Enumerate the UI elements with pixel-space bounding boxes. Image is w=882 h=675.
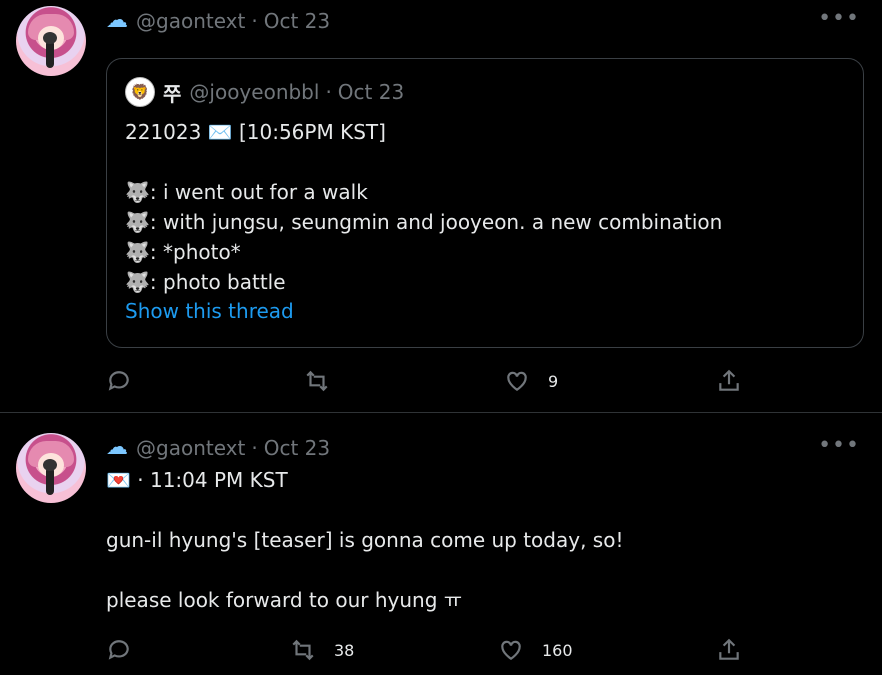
quote-header: 🦁 쭈 @jooyeonbbl · Oct 23: [125, 77, 404, 107]
retweet-button[interactable]: [304, 368, 348, 394]
reply-button[interactable]: [106, 368, 150, 394]
heart-icon: [501, 640, 521, 660]
handle[interactable]: @gaontext: [136, 9, 245, 33]
tweet-text: 💌 · 11:04 PM KST gun-il hyung's [teaser]…: [106, 468, 624, 612]
cloud-icon: ☁: [106, 435, 128, 460]
like-button[interactable]: 160: [498, 637, 573, 663]
quote-handle[interactable]: @jooyeonbbl: [189, 80, 319, 104]
retweet-icon: [292, 639, 314, 661]
avatar[interactable]: [16, 433, 86, 503]
heart-icon: [507, 371, 527, 391]
quote-timestamp[interactable]: Oct 23: [338, 80, 404, 104]
share-icon: [719, 638, 739, 660]
tweet-header: ☁ @gaontext · Oct 23: [106, 435, 331, 460]
show-thread-link[interactable]: Show this thread: [125, 299, 294, 323]
cloud-icon: ☁: [106, 8, 128, 33]
retweet-icon: [306, 370, 328, 392]
quoted-tweet[interactable]: 🦁 쭈 @jooyeonbbl · Oct 23 221023 ✉️ [10:5…: [106, 58, 864, 348]
retweet-button[interactable]: 38: [290, 637, 354, 663]
more-options-icon[interactable]: •••: [818, 6, 860, 31]
share-button[interactable]: [716, 368, 742, 394]
share-icon: [719, 369, 739, 391]
quote-avatar[interactable]: 🦁: [125, 77, 155, 107]
reply-button[interactable]: [106, 637, 150, 663]
avatar[interactable]: [16, 6, 86, 76]
reply-icon: [108, 371, 129, 391]
handle[interactable]: @gaontext: [136, 436, 245, 460]
tweet[interactable]: ☁ @gaontext · Oct 23 ••• 💌 · 11:04 PM KS…: [0, 413, 882, 675]
tweet-header: ☁ @gaontext · Oct 23: [106, 8, 331, 33]
timestamp[interactable]: Oct 23: [264, 9, 330, 33]
timestamp[interactable]: Oct 23: [264, 436, 330, 460]
share-button[interactable]: [716, 637, 742, 663]
quote-text: 221023 ✉️ [10:56PM KST] 🐺: i went out fo…: [125, 120, 723, 294]
tweet[interactable]: ☁ @gaontext · Oct 23 ••• 🦁 쭈 @jooyeonbbl…: [0, 0, 882, 413]
more-options-icon[interactable]: •••: [818, 433, 860, 458]
reply-icon: [108, 640, 129, 660]
quote-display-name[interactable]: 쭈: [163, 78, 181, 107]
like-button[interactable]: 9: [504, 368, 558, 394]
